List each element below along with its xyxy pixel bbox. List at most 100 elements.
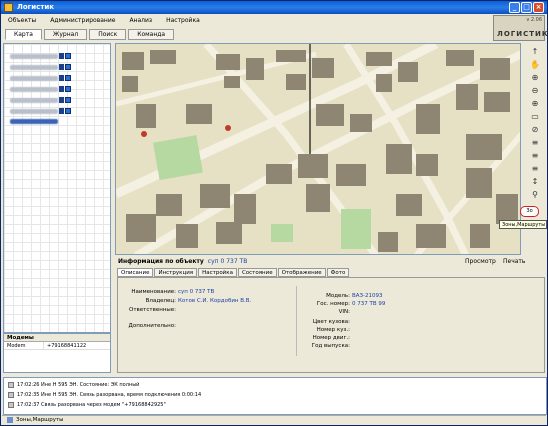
- tree-item[interactable]: [10, 52, 71, 60]
- checkbox-icon[interactable]: [65, 75, 71, 81]
- clear-icon[interactable]: ⊘: [529, 124, 541, 135]
- close-button[interactable]: ×: [533, 2, 544, 13]
- object-name-blurred: [10, 108, 58, 114]
- menu-objects[interactable]: Объекты: [8, 17, 36, 24]
- object-tree[interactable]: [3, 43, 111, 333]
- menu-bar: Объекты Администрирование Анализ Настрой…: [2, 15, 546, 26]
- modem-row[interactable]: Modem +79168841122: [4, 342, 110, 350]
- status-text: Зоны,Маршруты: [16, 417, 64, 423]
- logo-name: ЛОГИСТИКА: [497, 30, 548, 38]
- layer-icon[interactable]: ≡: [529, 163, 541, 174]
- zoom-out-icon[interactable]: ⊖: [529, 85, 541, 96]
- tree-item[interactable]: [10, 96, 71, 104]
- status-bar: Зоны,Маршруты: [2, 415, 546, 425]
- pointer-icon[interactable]: ↑: [529, 46, 541, 57]
- car-icon: [59, 64, 64, 70]
- tab-journal[interactable]: Журнал: [43, 28, 88, 40]
- field-color: Цвет кузова:: [312, 319, 350, 325]
- info-icon: [8, 381, 14, 388]
- tab-instruction[interactable]: Инструкция: [154, 268, 198, 277]
- main-window: Логистик _ □ × Объекты Администрирование…: [0, 0, 548, 426]
- layer-icon[interactable]: ≡: [529, 137, 541, 148]
- title-bar: Логистик _ □ ×: [1, 1, 547, 14]
- zoom-in-icon[interactable]: ⊕: [529, 72, 541, 83]
- tree-item[interactable]: [10, 63, 71, 71]
- map-toolbar: ↑ ✋ ⊕ ⊖ ⊕ ▭ ⊘ ≡ ≡ ≡ ↕ ⚲: [523, 43, 547, 233]
- field-vin: VIN:: [338, 309, 350, 315]
- car-icon: [59, 53, 64, 59]
- field-body-number: Номер куз.:: [316, 327, 350, 333]
- field-responsible: Ответственные:: [129, 307, 176, 313]
- fit-icon[interactable]: ▭: [529, 111, 541, 122]
- object-name-blurred: [10, 75, 58, 81]
- field-engine-number: Номер двиг.:: [312, 335, 350, 341]
- info-icon: [8, 391, 14, 398]
- tab-map[interactable]: Карта: [5, 28, 42, 40]
- map-canvas: [116, 44, 520, 254]
- field-additional: Дополнительно:: [128, 323, 176, 329]
- tree-item[interactable]: [10, 74, 71, 82]
- car-icon: [59, 86, 64, 92]
- checkbox-icon[interactable]: [65, 53, 71, 59]
- log-line: 17:02:37 Связь разорвана через модем "+7…: [8, 401, 166, 409]
- car-icon: [59, 75, 64, 81]
- zoom-area-icon[interactable]: ⊕: [529, 98, 541, 109]
- modems-header: Модемы: [4, 334, 110, 342]
- info-object-id: суп 0 737 ТВ: [207, 258, 248, 265]
- tab-photo[interactable]: Фото: [326, 268, 350, 277]
- tree-item[interactable]: [10, 85, 71, 93]
- tree-item-selected[interactable]: [10, 117, 58, 125]
- tab-search[interactable]: Поиск: [89, 28, 127, 40]
- object-name-blurred: [10, 97, 58, 103]
- modem-key: Modem: [4, 342, 44, 349]
- pan-icon[interactable]: ✋: [529, 59, 541, 70]
- checkbox-icon[interactable]: [65, 108, 71, 114]
- checkbox-icon[interactable]: [65, 64, 71, 70]
- window-title: Логистик: [17, 3, 55, 11]
- locate-icon[interactable]: ⚲: [529, 189, 541, 200]
- log-line: 17:02:35 Ине Н 595 ЭН. Связь разорвана, …: [8, 391, 201, 399]
- scale-icon[interactable]: ↕: [529, 176, 541, 187]
- menu-settings[interactable]: Настройка: [166, 17, 200, 24]
- log-line: 17:02:26 Ине Н 595 ЭН. Состояние: ЭК пол…: [8, 381, 139, 389]
- field-year: Год выпуска:: [311, 343, 350, 349]
- object-name-blurred: [10, 64, 58, 70]
- logo-version: v 2.06: [526, 17, 542, 23]
- object-info-panel: Информация по объекту суп 0 737 ТВ Просм…: [115, 257, 547, 375]
- info-tabs: Описание Инструкция Настройка Состояние …: [117, 268, 350, 277]
- main-tabs: Карта Журнал Поиск Команда: [2, 27, 490, 41]
- maximize-button[interactable]: □: [521, 2, 532, 13]
- field-name: Наименование: суп 0 737 ТВ: [131, 289, 215, 295]
- field-plate: Гос. номер: 0 737 ТВ 99: [316, 301, 386, 307]
- print-button[interactable]: Печать: [499, 257, 529, 266]
- tab-setup[interactable]: Настройка: [198, 268, 237, 277]
- app-icon: [4, 3, 13, 12]
- modems-panel: Модемы Modem +79168841122: [3, 333, 111, 373]
- zones-tooltip: Зоны,Маршруты: [499, 220, 547, 229]
- info-header: Информация по объекту суп 0 737 ТВ Просм…: [115, 257, 547, 266]
- minimize-button[interactable]: _: [509, 2, 520, 13]
- car-icon: [59, 108, 64, 114]
- tab-description[interactable]: Описание: [117, 268, 154, 277]
- tab-command[interactable]: Команда: [128, 28, 175, 40]
- view-button[interactable]: Просмотр: [461, 257, 500, 266]
- object-name-blurred: [10, 53, 58, 59]
- info-divider: [296, 286, 297, 356]
- info-title: Информация по объекту: [118, 258, 204, 265]
- modem-value: +79168841122: [47, 343, 87, 349]
- field-model: Модель: ВАЗ-21093: [326, 293, 383, 299]
- menu-administration[interactable]: Администрирование: [50, 17, 115, 24]
- event-log[interactable]: 17:02:26 Ине Н 595 ЭН. Состояние: ЭК пол…: [3, 377, 547, 415]
- tab-display[interactable]: Отображение: [277, 268, 326, 277]
- checkbox-icon[interactable]: [65, 86, 71, 92]
- tree-item[interactable]: [10, 107, 71, 115]
- map-view[interactable]: [115, 43, 521, 255]
- layer-icon[interactable]: ≡: [529, 150, 541, 161]
- checkbox-icon[interactable]: [65, 97, 71, 103]
- logo: v 2.06 ЛОГИСТИКА: [493, 15, 548, 41]
- tab-state[interactable]: Состояние: [237, 268, 277, 277]
- info-body: Наименование: суп 0 737 ТВ Владелец: Котов…: [117, 277, 545, 373]
- zones-button[interactable]: Зо: [520, 206, 539, 217]
- warning-icon: [8, 401, 14, 408]
- menu-analysis[interactable]: Анализ: [129, 17, 152, 24]
